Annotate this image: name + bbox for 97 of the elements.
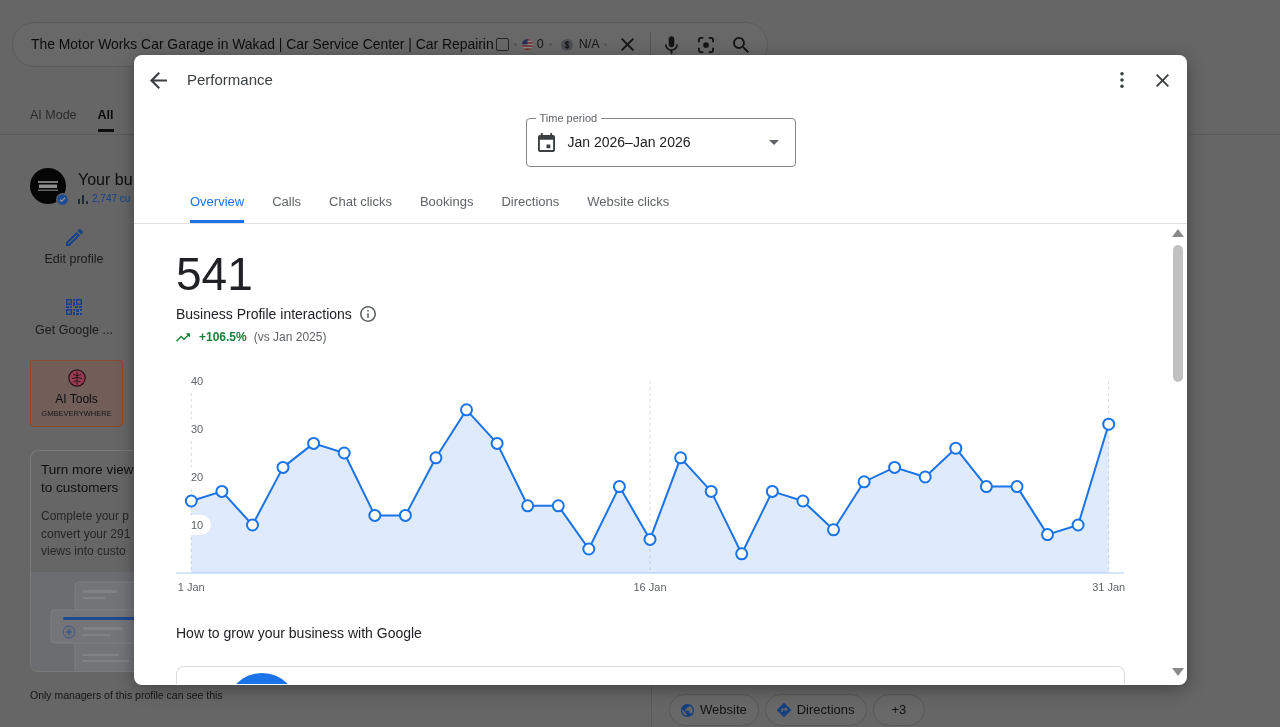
data-point xyxy=(674,451,688,465)
verified-icon xyxy=(56,193,69,206)
qr-code-icon xyxy=(66,299,82,315)
dialog-title: Performance xyxy=(187,69,273,90)
tab[interactable]: Chat clicks xyxy=(329,190,392,223)
dollar-icon xyxy=(560,38,573,51)
promo-title: Turn more view xyxy=(40,461,134,479)
y-axis-label: 40 xyxy=(190,375,204,387)
data-point xyxy=(215,484,229,498)
metric-label: Business Profile interactions xyxy=(176,305,352,324)
data-point xyxy=(979,480,993,494)
data-point xyxy=(1102,417,1116,431)
data-point xyxy=(949,441,963,455)
y-axis-label: 20 xyxy=(190,471,204,483)
pencil-icon xyxy=(65,229,83,246)
data-point xyxy=(551,499,565,513)
selected-period: Jan 2026–Jan 2026 xyxy=(567,133,691,152)
checkbox[interactable] xyxy=(495,38,509,51)
data-point xyxy=(368,508,382,522)
data-point xyxy=(521,499,535,513)
visibility-note: Only managers of this profile can see this xyxy=(30,688,223,702)
views-link[interactable]: 2,747 cu xyxy=(92,193,131,205)
tip-illustration xyxy=(236,673,288,684)
bar-chart-icon xyxy=(78,194,88,204)
directions-icon xyxy=(776,703,791,717)
data-point xyxy=(918,470,932,484)
data-point xyxy=(827,523,840,537)
action-chip[interactable]: Directions xyxy=(764,694,867,726)
search-tab[interactable]: All xyxy=(97,105,114,132)
info-icon xyxy=(359,306,376,322)
data-point xyxy=(704,484,718,498)
action-chip[interactable]: +3 xyxy=(872,694,926,726)
data-point xyxy=(735,547,749,561)
section-title: How to grow your business with Google xyxy=(176,624,423,643)
tab[interactable]: Directions xyxy=(501,190,560,223)
scroll-up-icon xyxy=(1171,229,1184,237)
data-point xyxy=(765,484,779,498)
brain-icon xyxy=(67,369,86,387)
lens-icon xyxy=(698,36,715,53)
price-label: N/A xyxy=(578,36,600,54)
calendar-icon xyxy=(537,133,555,152)
y-axis-label: 30 xyxy=(190,423,204,435)
total-value: 541 xyxy=(176,249,253,299)
close-icon xyxy=(621,38,634,51)
promo-text: convert your 291 xyxy=(40,525,132,543)
count-label: 0 xyxy=(536,36,544,54)
tab[interactable]: Website clicks xyxy=(587,190,670,223)
field-label: Time period xyxy=(535,111,602,125)
tab[interactable]: Calls xyxy=(272,190,302,223)
scrollbar-thumb[interactable] xyxy=(1172,245,1183,382)
back-arrow-icon xyxy=(149,71,167,89)
action-button[interactable]: Get Google ... xyxy=(30,299,118,338)
data-point xyxy=(490,436,504,450)
close-icon xyxy=(1155,73,1169,87)
change-value: +106.5% xyxy=(199,329,247,346)
data-point xyxy=(276,460,290,474)
data-point xyxy=(429,451,443,465)
business-logo xyxy=(30,168,66,204)
data-point xyxy=(307,436,321,450)
action-button[interactable]: Edit profile xyxy=(30,229,118,267)
data-point xyxy=(857,475,871,489)
action-chip[interactable]: Website xyxy=(669,694,759,726)
data-point xyxy=(460,403,473,417)
x-axis-label: 16 Jan xyxy=(633,581,667,593)
trending-up-icon xyxy=(176,332,190,342)
comparison-label: (vs Jan 2025) xyxy=(253,329,327,346)
data-point xyxy=(888,460,902,474)
data-point xyxy=(582,542,596,556)
data-point xyxy=(1010,480,1024,494)
data-point xyxy=(796,494,810,508)
data-point xyxy=(612,480,626,494)
data-point xyxy=(246,518,259,532)
data-point xyxy=(1071,518,1085,532)
data-point xyxy=(337,446,351,460)
y-axis-label: 10 xyxy=(190,519,204,531)
data-point xyxy=(398,508,412,522)
data-point xyxy=(643,532,657,546)
card-title: AI Tools xyxy=(55,391,98,407)
business-title: Your bu xyxy=(78,170,133,190)
promo-title: to customers xyxy=(40,479,120,497)
globe-icon xyxy=(681,703,694,717)
search-input[interactable]: The Motor Works Car Garage in Wakad | Car Service Center | Car Repairin xyxy=(31,34,494,55)
tab[interactable]: Bookings xyxy=(419,190,474,223)
mic-icon xyxy=(665,35,678,54)
search-tab[interactable]: AI Mode xyxy=(30,105,77,132)
data-point xyxy=(1041,528,1054,542)
search-icon xyxy=(733,36,750,53)
scroll-down-icon xyxy=(1171,668,1184,676)
caret-icon xyxy=(768,140,779,145)
x-axis-label: 31 Jan xyxy=(1092,581,1126,593)
tab[interactable]: Overview xyxy=(190,190,245,223)
promo-text: Complete your p xyxy=(40,508,131,525)
flag-icon xyxy=(521,39,533,50)
promo-text: views into custo xyxy=(40,543,127,560)
more-vert-icon xyxy=(1120,72,1124,88)
data-point xyxy=(184,494,198,508)
x-axis-label: 1 Jan xyxy=(177,581,205,593)
